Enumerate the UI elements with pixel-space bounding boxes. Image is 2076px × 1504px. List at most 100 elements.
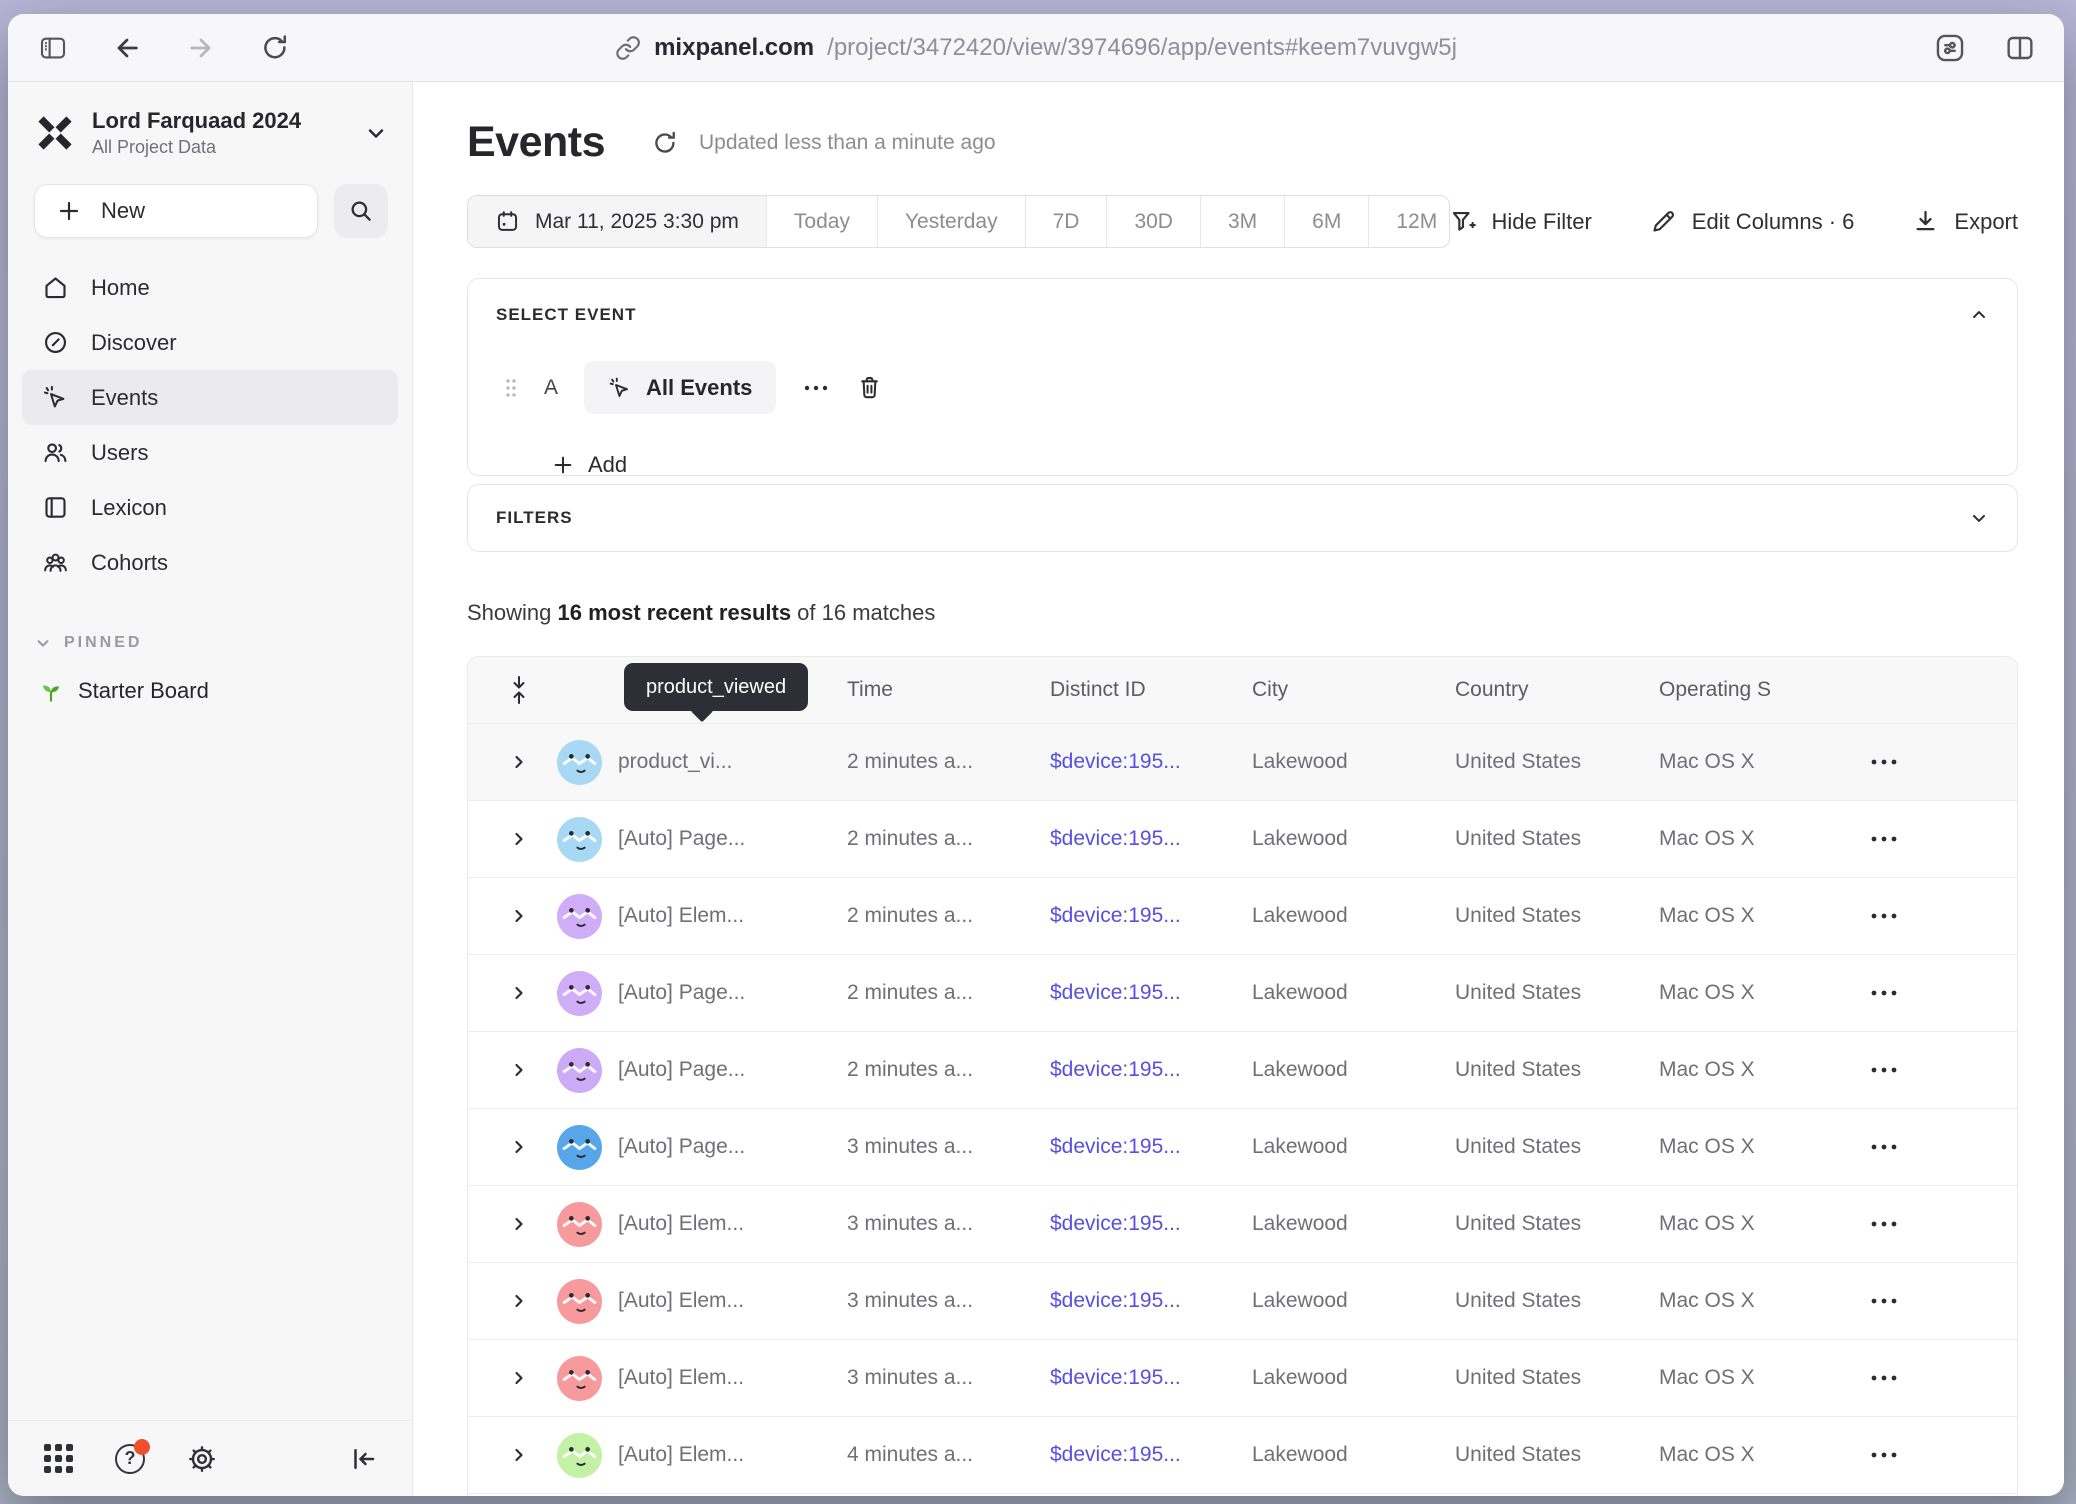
row-more-icon[interactable] xyxy=(1869,834,1899,844)
sort-icon[interactable] xyxy=(468,675,541,705)
row-more-icon[interactable] xyxy=(1869,1219,1899,1229)
trash-icon[interactable] xyxy=(856,374,883,401)
page-settings-icon[interactable] xyxy=(1928,26,1972,70)
collapse-sidebar-icon[interactable] xyxy=(348,1444,378,1474)
row-more-icon[interactable] xyxy=(1869,1450,1899,1460)
distinct-id-link[interactable]: $device:195... xyxy=(1050,904,1252,928)
drag-handle-icon[interactable] xyxy=(504,377,518,399)
range-today[interactable]: Today xyxy=(766,196,877,247)
row-more-icon[interactable] xyxy=(1869,1296,1899,1306)
event-time: 2 minutes a... xyxy=(847,981,1050,1005)
col-os[interactable]: Operating S xyxy=(1659,678,1883,702)
hide-filter-button[interactable]: Hide Filter xyxy=(1450,208,1592,235)
event-time: 2 minutes a... xyxy=(847,904,1050,928)
table-row: [Auto] Elem... 4 minutes a... $device:19… xyxy=(468,1417,2017,1494)
distinct-id-link[interactable]: $device:195... xyxy=(1050,1212,1252,1236)
filters-title: FILTERS xyxy=(496,508,573,528)
forward-icon[interactable] xyxy=(179,26,223,70)
event-name[interactable]: [Auto] Elem... xyxy=(618,1212,847,1236)
range-6m[interactable]: 6M xyxy=(1284,196,1368,247)
sidebar-item-starter-board[interactable]: Starter Board xyxy=(38,678,388,704)
apps-grid-icon[interactable] xyxy=(44,1444,73,1473)
chevron-right-icon xyxy=(509,1137,529,1157)
distinct-id-link[interactable]: $device:195... xyxy=(1050,1443,1252,1467)
range-yesterday[interactable]: Yesterday xyxy=(877,196,1025,247)
row-more-icon[interactable] xyxy=(1869,1373,1899,1383)
event-name[interactable]: [Auto] Page... xyxy=(618,827,847,851)
row-more-icon[interactable] xyxy=(1869,1142,1899,1152)
search-button[interactable] xyxy=(334,184,388,238)
range-12m[interactable]: 12M xyxy=(1368,196,1449,247)
help-icon[interactable]: ? xyxy=(115,1444,145,1474)
row-expander[interactable] xyxy=(468,829,541,849)
settings-gear-icon[interactable] xyxy=(187,1444,217,1474)
pinned-section-header[interactable]: PINNED xyxy=(34,634,388,652)
distinct-id-link[interactable]: $device:195... xyxy=(1050,1289,1252,1313)
url-bar[interactable]: mixpanel.com/project/3472420/view/397469… xyxy=(615,34,1457,62)
lexicon-icon xyxy=(42,494,69,521)
chevron-right-icon xyxy=(509,1445,529,1465)
event-name[interactable]: [Auto] Page... xyxy=(618,1058,847,1082)
row-expander[interactable] xyxy=(468,1060,541,1080)
row-expander[interactable] xyxy=(468,1368,541,1388)
event-name[interactable]: [Auto] Page... xyxy=(618,1135,847,1159)
row-expander[interactable] xyxy=(468,983,541,1003)
range-30d[interactable]: 30D xyxy=(1106,196,1200,247)
split-view-icon[interactable] xyxy=(1998,26,2042,70)
range-3m[interactable]: 3M xyxy=(1200,196,1284,247)
collapse-panel-icon[interactable] xyxy=(1969,305,1989,325)
expand-panel-icon[interactable] xyxy=(1969,508,1989,528)
row-expander[interactable] xyxy=(468,1137,541,1157)
refresh-icon[interactable] xyxy=(651,129,679,157)
distinct-id-link[interactable]: $device:195... xyxy=(1050,1058,1252,1082)
edit-columns-button[interactable]: Edit Columns · 6 xyxy=(1650,208,1855,235)
sidebar-item-users[interactable]: Users xyxy=(22,425,398,480)
sidebar-item-discover[interactable]: Discover xyxy=(22,315,398,370)
back-icon[interactable] xyxy=(105,26,149,70)
sidebar-item-lexicon[interactable]: Lexicon xyxy=(22,480,398,535)
sidebar-toggle-icon[interactable] xyxy=(31,26,75,70)
distinct-id-link[interactable]: $device:195... xyxy=(1050,827,1252,851)
row-more-icon[interactable] xyxy=(1869,1065,1899,1075)
distinct-id-link[interactable]: $device:195... xyxy=(1050,1135,1252,1159)
distinct-id-link[interactable]: $device:195... xyxy=(1050,1366,1252,1390)
sidebar-nav: Home Discover Events Users Lexicon xyxy=(22,260,398,590)
new-button[interactable]: New xyxy=(34,184,318,238)
row-avatar xyxy=(557,894,602,939)
event-name[interactable]: [Auto] Elem... xyxy=(618,1289,847,1313)
project-switcher[interactable]: Lord Farquaad 2024 All Project Data xyxy=(34,108,388,158)
row-expander[interactable] xyxy=(468,906,541,926)
add-event-button[interactable]: Add xyxy=(552,452,1989,478)
sidebar-item-cohorts[interactable]: Cohorts xyxy=(22,535,398,590)
more-options-icon[interactable] xyxy=(802,383,830,393)
row-expander[interactable] xyxy=(468,1445,541,1465)
date-picker[interactable]: Mar 11, 2025 3:30 pm xyxy=(468,196,766,247)
row-more-icon[interactable] xyxy=(1869,757,1899,767)
distinct-id-link[interactable]: $device:195... xyxy=(1050,981,1252,1005)
row-expander[interactable] xyxy=(468,1291,541,1311)
all-events-pill[interactable]: All Events xyxy=(584,361,776,414)
range-7d[interactable]: 7D xyxy=(1025,196,1107,247)
col-country[interactable]: Country xyxy=(1455,678,1659,702)
event-name[interactable]: [Auto] Elem... xyxy=(618,1443,847,1467)
city-cell: Lakewood xyxy=(1252,981,1455,1005)
row-expander[interactable] xyxy=(468,752,541,772)
col-distinct-id[interactable]: Distinct ID xyxy=(1050,678,1252,702)
reload-icon[interactable] xyxy=(253,26,297,70)
distinct-id-link[interactable]: $device:195... xyxy=(1050,750,1252,774)
event-name[interactable]: [Auto] Elem... xyxy=(618,1366,847,1390)
col-time[interactable]: Time xyxy=(847,678,1050,702)
sidebar-item-events[interactable]: Events xyxy=(22,370,398,425)
event-name[interactable]: [Auto] Elem... xyxy=(618,904,847,928)
row-more-icon[interactable] xyxy=(1869,988,1899,998)
event-name[interactable]: product_vi... xyxy=(618,750,847,774)
new-button-label: New xyxy=(101,198,145,224)
sidebar-item-home[interactable]: Home xyxy=(22,260,398,315)
row-avatar xyxy=(557,817,602,862)
export-button[interactable]: Export xyxy=(1912,208,2018,235)
city-cell: Lakewood xyxy=(1252,827,1455,851)
row-expander[interactable] xyxy=(468,1214,541,1234)
col-city[interactable]: City xyxy=(1252,678,1455,702)
row-more-icon[interactable] xyxy=(1869,911,1899,921)
event-name[interactable]: [Auto] Page... xyxy=(618,981,847,1005)
